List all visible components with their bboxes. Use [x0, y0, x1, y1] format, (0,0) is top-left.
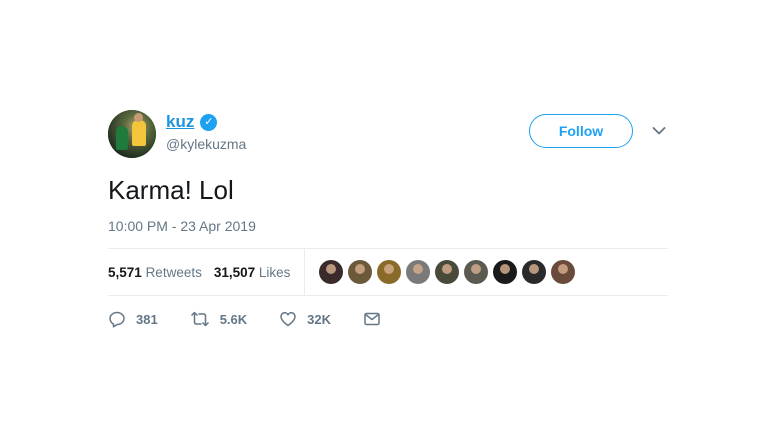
display-name[interactable]: kuz: [166, 112, 194, 132]
retweet-count: 5.6K: [219, 311, 248, 327]
user-handle[interactable]: @kylekuzma: [166, 136, 246, 152]
liker-avatar[interactable]: [551, 260, 576, 284]
envelope-icon: [364, 312, 380, 326]
like-count: 32K: [307, 311, 332, 327]
reply-count: 381: [136, 311, 158, 327]
like-button[interactable]: 32K: [279, 310, 331, 328]
retweet-icon: [190, 311, 209, 327]
tweet-text: Karma! Lol: [108, 175, 234, 205]
liker-avatar[interactable]: [435, 260, 460, 284]
likes-stat[interactable]: 31,507 Likes: [214, 265, 291, 280]
tweet-stats: 5,571 Retweets 31,507 Likes: [108, 249, 668, 295]
liker-avatar[interactable]: [406, 260, 431, 284]
heart-icon: [280, 312, 296, 327]
liker-avatar[interactable]: [319, 260, 344, 284]
avatar-figure-gold: [132, 120, 146, 146]
follow-button[interactable]: Follow: [529, 114, 633, 148]
tweet-card: kuz ✓ @kylekuzma Follow Karma! Lol 10:00…: [108, 108, 668, 342]
avatar-head: [134, 113, 143, 122]
tweet-timestamp[interactable]: 10:00 PM - 23 Apr 2019: [108, 218, 668, 234]
user-names: kuz ✓ @kylekuzma: [166, 112, 246, 152]
likes-label: Likes: [258, 264, 291, 280]
liker-avatar[interactable]: [348, 260, 373, 284]
liker-avatars: [319, 260, 576, 284]
stats-separator: [304, 249, 306, 295]
display-name-row: kuz ✓: [166, 112, 246, 132]
liker-avatar[interactable]: [493, 260, 518, 284]
verified-badge-icon: ✓: [200, 113, 218, 131]
tweet-header: kuz ✓ @kylekuzma Follow: [108, 108, 668, 160]
reply-button[interactable]: 381: [108, 310, 158, 328]
retweets-label: Retweets: [145, 264, 202, 280]
retweets-count: 5,571: [108, 264, 142, 280]
direct-message-button[interactable]: [363, 310, 391, 328]
reply-icon: [109, 311, 125, 328]
liker-avatar[interactable]: [522, 260, 547, 284]
retweets-stat[interactable]: 5,571 Retweets: [108, 265, 202, 280]
tweet-actions: 381 5.6K 32K: [108, 296, 668, 342]
retweet-button[interactable]: 5.6K: [190, 310, 247, 328]
likes-count: 31,507: [213, 264, 256, 280]
avatar-figure-green: [116, 126, 128, 150]
liker-avatar[interactable]: [464, 260, 489, 284]
chevron-down-icon[interactable]: [652, 126, 666, 136]
avatar[interactable]: [108, 110, 156, 158]
liker-avatar[interactable]: [377, 260, 402, 284]
